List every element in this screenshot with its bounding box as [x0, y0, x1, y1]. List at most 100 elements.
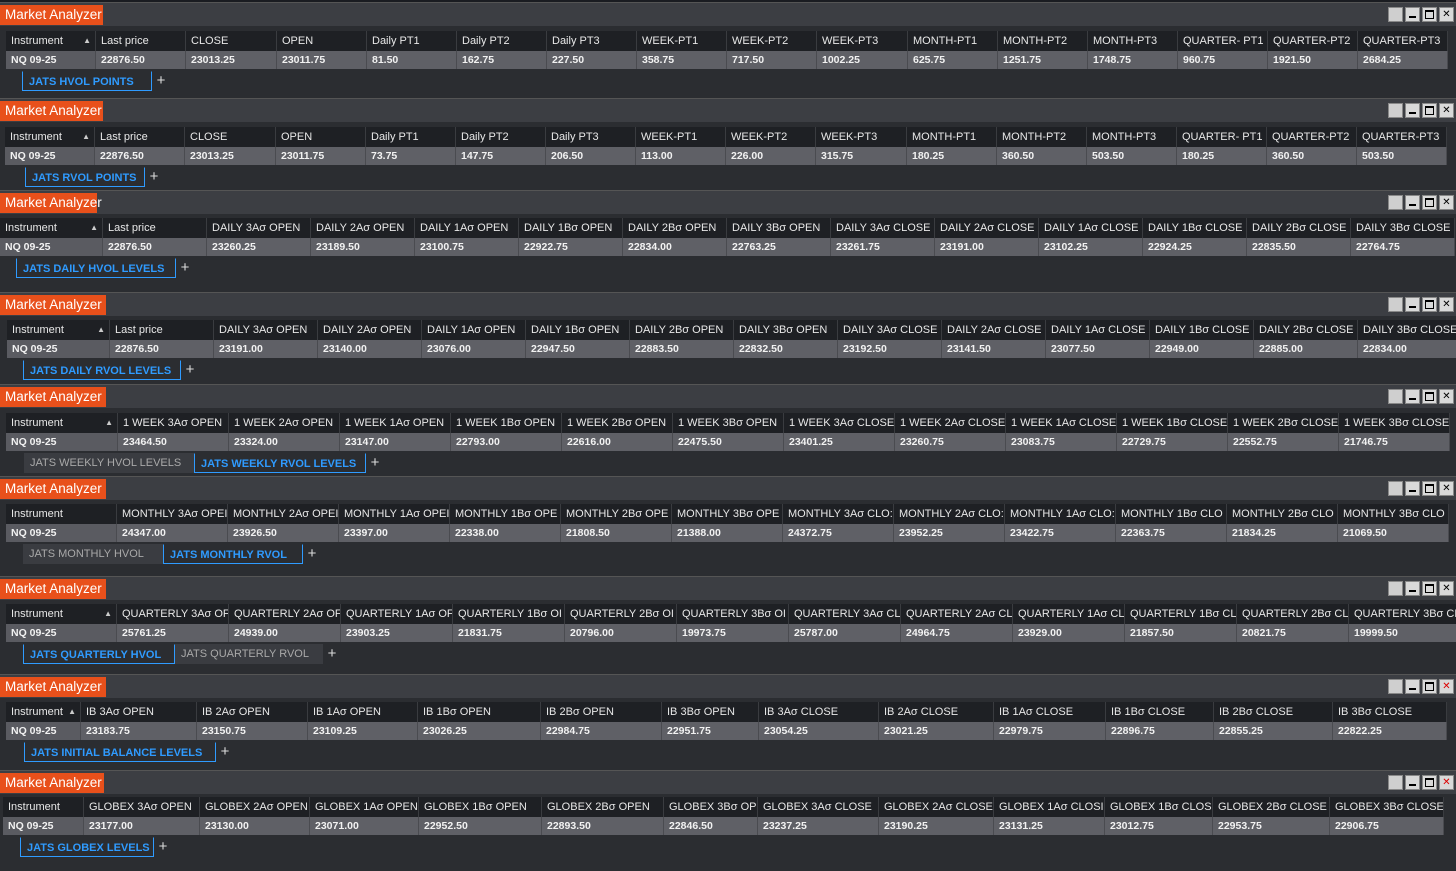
value-cell[interactable]: 23464.50: [118, 433, 229, 451]
column-header[interactable]: MONTHLY 1Aσ CLO:: [1005, 504, 1116, 524]
column-header[interactable]: GLOBEX 3Aσ CLOSE: [758, 797, 879, 817]
column-header[interactable]: Daily PT3: [547, 31, 637, 51]
column-header[interactable]: Daily PT1: [367, 31, 457, 51]
close-icon[interactable]: ✕: [1439, 679, 1454, 694]
value-cell[interactable]: 23011.75: [277, 51, 367, 69]
column-header[interactable]: GLOBEX 3Bσ OP: [664, 797, 758, 817]
value-cell[interactable]: 23077.50: [1046, 340, 1150, 358]
column-header[interactable]: QUARTERLY 3Bσ CL: [1349, 604, 1456, 624]
column-header[interactable]: DAILY 1Aσ OPEN: [415, 218, 519, 238]
column-header[interactable]: IB 2Bσ CLOSE: [1214, 702, 1333, 722]
column-header[interactable]: QUARTERLY 1Bσ OI: [453, 604, 565, 624]
column-header[interactable]: MONTHLY 2Aσ OPEI: [228, 504, 339, 524]
column-header[interactable]: 1 WEEK 2Aσ OPEN: [229, 413, 340, 433]
minimize-icon[interactable]: [1405, 775, 1420, 790]
instrument-cell[interactable]: NQ 09-25: [5, 147, 95, 165]
value-cell[interactable]: 23071.00: [310, 817, 419, 835]
table-row[interactable]: NQ 09-25 23183.75 23150.75 23109.25 23026.25…: [6, 722, 1447, 740]
value-cell[interactable]: 73.75: [366, 147, 456, 165]
column-header[interactable]: CLOSE: [186, 31, 277, 51]
value-cell[interactable]: 22952.50: [419, 817, 542, 835]
value-cell[interactable]: 22949.00: [1150, 340, 1254, 358]
value-cell[interactable]: 1251.75: [998, 51, 1088, 69]
column-header[interactable]: MONTH-PT2: [998, 31, 1088, 51]
column-header[interactable]: WEEK-PT3: [817, 31, 908, 51]
table-row[interactable]: NQ 09-25 22876.50 23013.25 23011.75 73.75 147…: [5, 147, 1447, 165]
instrument-cell[interactable]: NQ 09-25: [6, 51, 96, 69]
maximize-icon[interactable]: [1422, 103, 1437, 118]
value-cell[interactable]: 22883.50: [630, 340, 734, 358]
column-header[interactable]: DAILY 3Bσ CLOSE: [1351, 218, 1455, 238]
value-cell[interactable]: 23054.25: [759, 722, 879, 740]
column-header[interactable]: 1 WEEK 2Aσ CLOSE: [895, 413, 1006, 433]
column-header[interactable]: GLOBEX 3Aσ OPEN: [84, 797, 200, 817]
value-cell[interactable]: 22835.50: [1247, 238, 1351, 256]
panel-titlebar[interactable]: Market Analyzer ✕: [0, 2, 1456, 26]
maximize-icon[interactable]: [1422, 195, 1437, 210]
value-cell[interactable]: 23177.00: [84, 817, 200, 835]
column-header[interactable]: MONTHLY 2Bσ CLO: [1227, 504, 1338, 524]
value-cell[interactable]: 21831.75: [453, 624, 565, 642]
options-button[interactable]: [1388, 481, 1403, 496]
column-header[interactable]: GLOBEX 1Bσ CLOS: [1105, 797, 1213, 817]
column-header[interactable]: DAILY 1Aσ OPEN: [422, 320, 526, 340]
value-cell[interactable]: 23141.50: [942, 340, 1046, 358]
column-header[interactable]: WEEK-PT3: [816, 127, 907, 147]
maximize-icon[interactable]: [1422, 7, 1437, 22]
column-header[interactable]: Instrument: [6, 504, 117, 524]
value-cell[interactable]: 22924.25: [1143, 238, 1247, 256]
minimize-icon[interactable]: [1405, 389, 1420, 404]
options-button[interactable]: [1388, 195, 1403, 210]
column-header[interactable]: 1 WEEK 3Bσ OPEN: [673, 413, 784, 433]
column-header[interactable]: IB 1Aσ CLOSE: [994, 702, 1106, 722]
column-header[interactable]: OPEN: [277, 31, 367, 51]
column-header[interactable]: GLOBEX 2Aσ OPEN: [200, 797, 310, 817]
value-cell[interactable]: 23076.00: [422, 340, 526, 358]
value-cell[interactable]: 22885.00: [1254, 340, 1358, 358]
value-cell[interactable]: 23183.75: [81, 722, 197, 740]
value-cell[interactable]: 23147.00: [340, 433, 451, 451]
panel-titlebar[interactable]: Market Analyzer ✕: [0, 770, 1456, 794]
column-header[interactable]: DAILY 1Bσ OPEN: [526, 320, 630, 340]
column-header[interactable]: Last price: [96, 31, 186, 51]
value-cell[interactable]: 180.25: [1177, 147, 1267, 165]
value-cell[interactable]: 113.00: [636, 147, 726, 165]
value-cell[interactable]: 22834.00: [623, 238, 727, 256]
panel-tab[interactable]: JATS WEEKLY HVOL LEVELS: [24, 453, 194, 473]
value-cell[interactable]: 22834.00: [1358, 340, 1456, 358]
column-header[interactable]: DAILY 1Aσ CLOSE: [1046, 320, 1150, 340]
column-header[interactable]: DAILY 1Bσ CLOSE: [1150, 320, 1254, 340]
value-cell[interactable]: 503.50: [1087, 147, 1177, 165]
panel-tab[interactable]: JATS HVOL POINTS: [22, 71, 152, 91]
value-cell[interactable]: 22984.75: [541, 722, 662, 740]
instrument-cell[interactable]: NQ 09-25: [0, 238, 103, 256]
close-icon[interactable]: ✕: [1439, 7, 1454, 22]
column-header[interactable]: Instrument ▲: [6, 413, 118, 433]
column-header[interactable]: QUARTERLY 3Aσ OF: [117, 604, 229, 624]
column-header[interactable]: MONTH-PT1: [907, 127, 997, 147]
minimize-icon[interactable]: [1405, 679, 1420, 694]
value-cell[interactable]: 22764.75: [1351, 238, 1455, 256]
value-cell[interactable]: 22876.50: [110, 340, 214, 358]
options-button[interactable]: [1388, 775, 1403, 790]
table-row[interactable]: NQ 09-25 22876.50 23191.00 23140.00 23076.00…: [7, 340, 1456, 358]
column-header[interactable]: IB 1Aσ OPEN: [308, 702, 418, 722]
value-cell[interactable]: 625.75: [908, 51, 998, 69]
column-header[interactable]: 1 WEEK 1Aσ CLOSE: [1006, 413, 1117, 433]
value-cell[interactable]: 22363.75: [1116, 524, 1227, 542]
column-header[interactable]: Last price: [95, 127, 185, 147]
panel-titlebar[interactable]: Market Analyzer ✕: [0, 98, 1456, 122]
column-header[interactable]: QUARTERLY 2Bσ CL: [1237, 604, 1349, 624]
value-cell[interactable]: 24964.75: [901, 624, 1013, 642]
add-tab-icon[interactable]: +: [152, 71, 170, 91]
column-header[interactable]: DAILY 3Aσ OPEN: [207, 218, 311, 238]
maximize-icon[interactable]: [1422, 581, 1437, 596]
add-tab-icon[interactable]: +: [154, 837, 172, 857]
column-header[interactable]: DAILY 3Aσ CLOSE: [831, 218, 935, 238]
column-header[interactable]: IB 1Bσ CLOSE: [1106, 702, 1214, 722]
column-header[interactable]: MONTH-PT3: [1087, 127, 1177, 147]
column-header[interactable]: MONTHLY 1Bσ OPE: [450, 504, 561, 524]
add-tab-icon[interactable]: +: [216, 742, 234, 762]
panel-tab[interactable]: JATS DAILY RVOL LEVELS: [23, 360, 181, 380]
value-cell[interactable]: 23189.50: [311, 238, 415, 256]
